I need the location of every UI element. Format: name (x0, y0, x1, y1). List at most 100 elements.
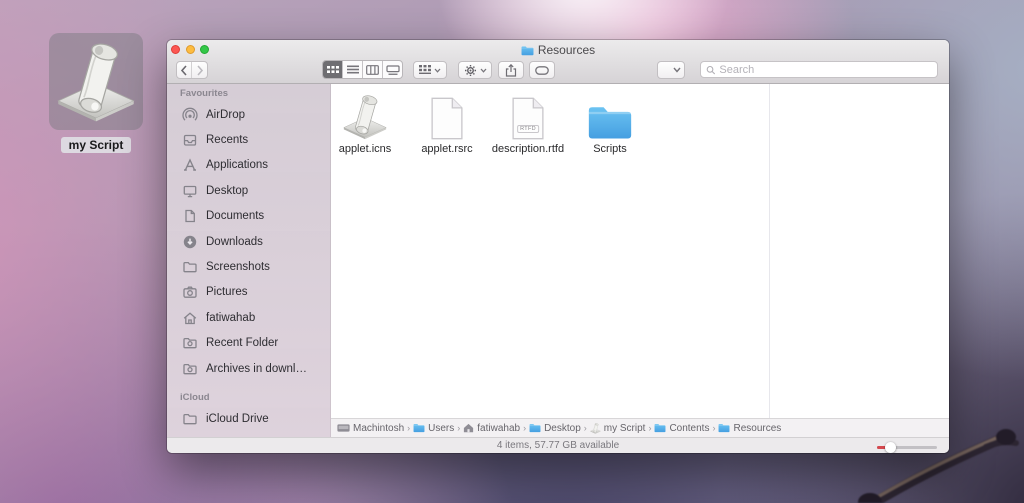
file-description-rtfd[interactable]: RTFD description.rtfd (493, 90, 563, 155)
sidebar-section-favourites: Favourites (180, 88, 330, 99)
share-button[interactable] (498, 61, 524, 79)
nav-buttons (176, 61, 208, 79)
desktop-icon-label: my Script (61, 137, 132, 153)
sidebar-item-home[interactable]: fatiwahab (167, 305, 330, 330)
desktop-icon (182, 183, 198, 199)
view-switcher (322, 60, 403, 79)
breadcrumb-machintosh[interactable]: Machintosh (337, 423, 404, 434)
folder-icon (182, 411, 198, 427)
sidebar-item-applications[interactable]: Applications (167, 153, 330, 178)
file-applet-rsrc[interactable]: applet.rsrc (412, 90, 482, 155)
document-icon (430, 97, 464, 140)
arrange-button[interactable] (413, 61, 447, 79)
breadcrumb-label: Users (428, 423, 454, 434)
chevron-down-icon (480, 68, 487, 73)
file-name: applet.icns (339, 143, 392, 155)
folder-icon (182, 259, 198, 275)
sidebar-item-downloads[interactable]: Downloads (167, 229, 330, 254)
file-name: Scripts (593, 143, 627, 155)
sidebar-item-label: Recent Folder (206, 337, 278, 349)
sidebar-item-recents[interactable]: Recents (167, 127, 330, 152)
breadcrumb-label: Machintosh (353, 423, 404, 434)
applescript-icon (590, 423, 601, 434)
breadcrumb-users[interactable]: Users (413, 423, 454, 434)
downloads-icon (182, 234, 198, 250)
status-bar: 4 items, 57.77 GB available (167, 437, 949, 453)
folder-icon (654, 423, 666, 433)
file-name: applet.rsrc (421, 143, 472, 155)
home-icon (463, 423, 474, 433)
search-input[interactable] (719, 64, 932, 76)
list-view-icon (347, 65, 359, 74)
folder-icon (529, 423, 541, 433)
path-bar: Machintosh › Users › fatiwahab › Desktop… (331, 418, 949, 437)
list-view-button[interactable] (343, 61, 363, 78)
coverflow-view-icon (386, 65, 400, 75)
back-button[interactable] (177, 62, 192, 78)
breadcrumb-resources[interactable]: Resources (718, 423, 781, 434)
tag-button[interactable] (529, 61, 555, 79)
applescript-icon (342, 94, 388, 140)
sidebar-item-label: iCloud Drive (206, 413, 269, 425)
airdrop-icon (182, 107, 198, 123)
tag-icon (535, 66, 549, 75)
search-field[interactable] (700, 61, 938, 78)
breadcrumb-label: my Script (604, 423, 646, 434)
breadcrumb-separator: › (457, 423, 460, 433)
content-divider (769, 84, 770, 418)
sidebar-item-label: AirDrop (206, 109, 245, 121)
breadcrumb-label: fatiwahab (477, 423, 520, 434)
window-title: Resources (538, 43, 595, 57)
arrange-icon (419, 65, 431, 75)
window-title-area: Resources (167, 43, 949, 57)
breadcrumb-separator: › (584, 423, 587, 433)
chevron-right-icon (196, 65, 204, 76)
applescript-icon (55, 41, 137, 123)
sidebar-item-desktop[interactable]: Desktop (167, 178, 330, 203)
sidebar-item-recent-folder[interactable]: Recent Folder (167, 331, 330, 356)
folder-icon (587, 103, 633, 140)
gear-icon (464, 64, 477, 77)
column-view-button[interactable] (363, 61, 383, 78)
sidebar-item-pictures[interactable]: Pictures (167, 280, 330, 305)
coverflow-view-button[interactable] (383, 61, 402, 78)
sidebar-item-screenshots[interactable]: Screenshots (167, 254, 330, 279)
breadcrumb-separator: › (712, 423, 715, 433)
folder-icon (521, 45, 534, 56)
sidebar-item-label: Desktop (206, 185, 248, 197)
folder-icon (718, 423, 730, 433)
breadcrumb-contents[interactable]: Contents (654, 423, 709, 434)
dropdown-button[interactable] (657, 61, 685, 79)
breadcrumb-separator: › (523, 423, 526, 433)
sidebar-item-label: Downloads (206, 236, 263, 248)
breadcrumb-fatiwahab[interactable]: fatiwahab (463, 423, 520, 434)
camera-icon (182, 284, 198, 300)
breadcrumb-label: Resources (733, 423, 781, 434)
forward-button[interactable] (192, 62, 207, 78)
breadcrumb-my-script[interactable]: my Script (590, 423, 646, 434)
sidebar-item-documents[interactable]: Documents (167, 204, 330, 229)
breadcrumb-desktop[interactable]: Desktop (529, 423, 581, 434)
slider-thumb[interactable] (885, 442, 896, 453)
action-menu-button[interactable] (458, 61, 492, 79)
sidebar-item-label: Documents (206, 210, 264, 222)
grid-view-icon (327, 65, 339, 74)
sidebar-section-icloud: iCloud (180, 392, 330, 403)
file-applet-icns[interactable]: applet.icns (330, 90, 400, 155)
sidebar-item-icloud-drive[interactable]: iCloud Drive (167, 406, 330, 431)
chevron-down-icon (673, 67, 681, 73)
breadcrumb-label: Desktop (544, 423, 581, 434)
smart-folder-icon (182, 335, 198, 351)
icon-size-slider[interactable] (877, 444, 937, 449)
sidebar-item-airdrop[interactable]: AirDrop (167, 102, 330, 127)
icon-view-button[interactable] (323, 61, 343, 78)
status-text: 4 items, 57.77 GB available (167, 440, 949, 451)
document-icon (511, 97, 545, 140)
chevron-left-icon (180, 65, 188, 76)
recents-icon (182, 132, 198, 148)
sidebar-item-archives[interactable]: Archives in downl… (167, 356, 330, 381)
desktop-icon-my-script[interactable]: my Script (45, 33, 147, 154)
rtfd-badge: RTFD (517, 125, 539, 133)
file-scripts-folder[interactable]: Scripts (575, 90, 645, 155)
folder-icon (413, 423, 425, 433)
